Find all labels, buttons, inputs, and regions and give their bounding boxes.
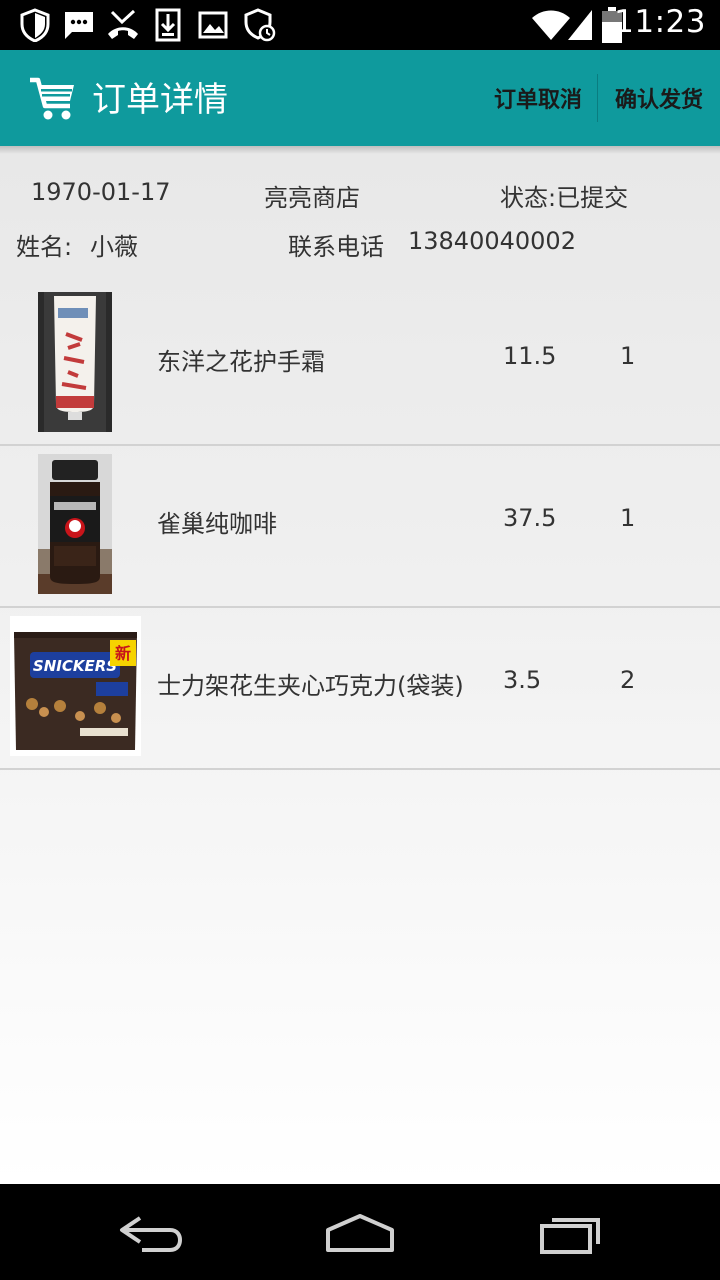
page-title: 订单详情 [92, 80, 228, 120]
recents-icon[interactable] [532, 1210, 612, 1254]
product-thumbnail [38, 454, 112, 594]
product-name: 东洋之花护手霜 [157, 348, 325, 376]
action-bar: 订单详情 订单取消 确认发货 [0, 50, 720, 146]
product-thumbnail [38, 292, 112, 432]
status-time: 11:23 [614, 4, 706, 40]
cart-icon [30, 77, 74, 120]
message-icon [65, 12, 93, 39]
product-name: 士力架花生夹心巧克力(袋装) [157, 672, 464, 700]
list-item[interactable]: SNICKERS 新 士力架花生夹心巧克力(袋装) 3.5 2 [0, 606, 720, 770]
action-bar-shadow [0, 146, 720, 154]
product-price: 11.5 [503, 342, 557, 370]
order-status: 状态:已提交 [500, 184, 629, 212]
home-icon[interactable] [320, 1210, 400, 1254]
product-name: 雀巢纯咖啡 [157, 510, 277, 538]
product-quantity: 1 [620, 342, 636, 370]
status-bar: 11:23 [0, 0, 720, 50]
list-item[interactable]: 雀巢纯咖啡 37.5 1 [0, 444, 720, 608]
customer-name-label: 姓名: [16, 233, 73, 261]
product-price: 37.5 [503, 504, 557, 532]
product-price: 3.5 [503, 666, 542, 694]
signal-icon [568, 10, 592, 40]
back-icon[interactable] [110, 1210, 190, 1254]
missed-call-icon [108, 9, 138, 39]
product-quantity: 1 [620, 504, 636, 532]
phone-label: 联系电话 [288, 233, 384, 261]
cancel-order-button[interactable]: 订单取消 [494, 82, 582, 114]
product-quantity: 2 [620, 666, 636, 694]
download-icon [155, 8, 181, 42]
image-icon [198, 11, 228, 39]
phone-number: 13840040002 [408, 227, 576, 255]
shield-icon [20, 8, 50, 42]
wifi-icon [532, 10, 570, 40]
confirm-shipment-button[interactable]: 确认发货 [615, 82, 703, 114]
order-detail-content: 1970-01-17 亮亮商店 状态:已提交 姓名: 小薇 联系电话 13840… [0, 146, 720, 1184]
new-badge-text: 新 [115, 644, 131, 663]
security-sync-icon [244, 8, 276, 42]
product-thumbnail: SNICKERS 新 [10, 616, 141, 756]
snickers-brand-text: SNICKERS [33, 657, 117, 675]
navigation-bar [0, 1184, 720, 1280]
store-name: 亮亮商店 [264, 184, 360, 212]
order-date: 1970-01-17 [31, 178, 171, 206]
list-item[interactable]: 东洋之花护手霜 11.5 1 [0, 282, 720, 446]
customer-name: 小薇 [90, 233, 138, 261]
action-divider [597, 74, 598, 122]
